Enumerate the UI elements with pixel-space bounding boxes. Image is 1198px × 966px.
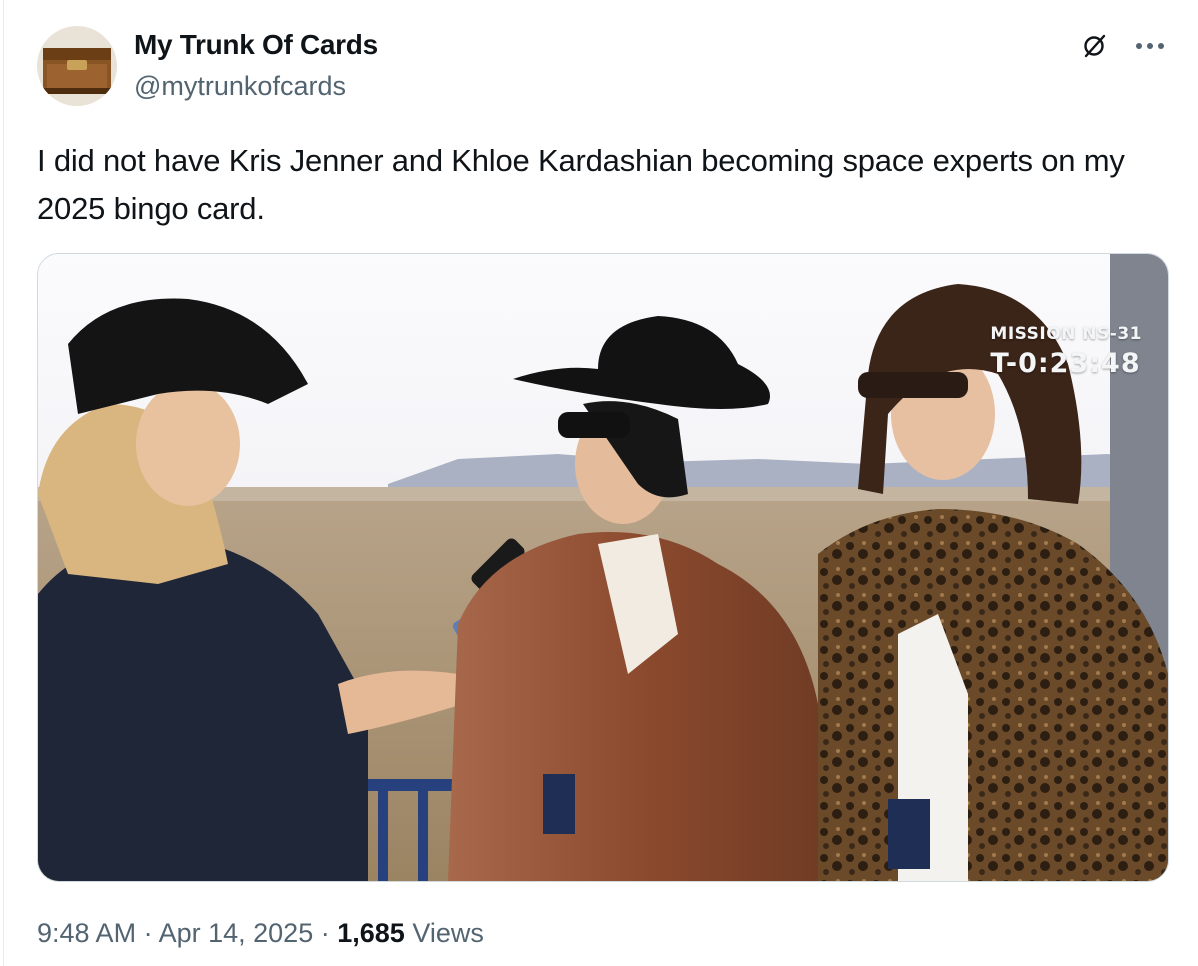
time-text: 9:48 AM: [37, 918, 137, 948]
trunk-avatar-icon: [37, 26, 117, 106]
separator: ·: [320, 918, 330, 948]
date-text: Apr 14, 2025: [158, 918, 314, 948]
avatar[interactable]: [37, 26, 117, 106]
timeline-border: [3, 0, 4, 966]
tweet-text: I did not have Kris Jenner and Khloe Kar…: [37, 143, 1125, 226]
timestamp-link[interactable]: 9:48 AM · Apr 14, 2025: [37, 918, 313, 948]
views-count: 1,685: [337, 918, 405, 948]
more-icon[interactable]: [1133, 33, 1167, 59]
separator: ·: [143, 918, 153, 948]
mission-overlay: MISSION NS-31 T-0:23:48: [990, 324, 1142, 379]
tweet-meta: 9:48 AM · Apr 14, 2025 · 1,685 Views: [37, 918, 484, 949]
countdown-label: T-0:23:48: [990, 348, 1141, 379]
tweet-media[interactable]: MISSION NS-31 T-0:23:48: [37, 253, 1169, 882]
grok-icon[interactable]: [1082, 33, 1108, 59]
mission-label: MISSION NS-31: [990, 324, 1142, 344]
author-name[interactable]: My Trunk Of Cards: [134, 29, 378, 61]
author-handle[interactable]: @mytrunkofcards: [134, 71, 346, 102]
views-label: Views: [412, 918, 484, 948]
